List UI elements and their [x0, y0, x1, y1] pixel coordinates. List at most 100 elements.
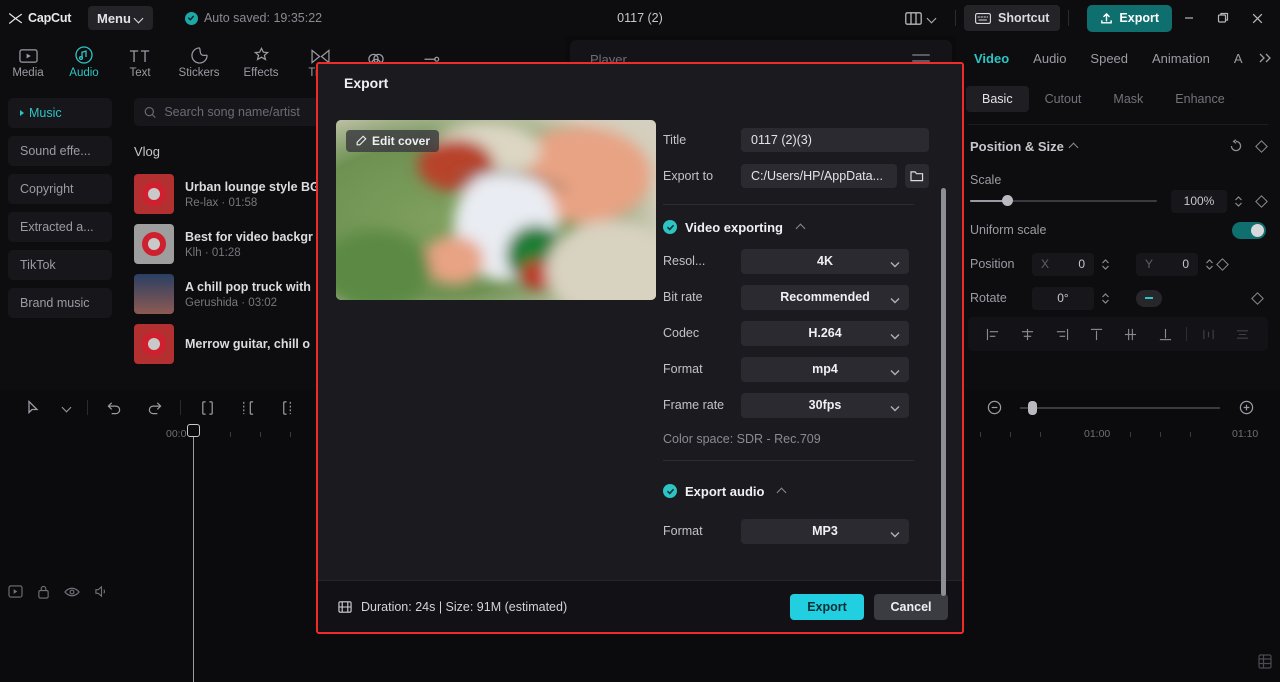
tab-animation[interactable]: Animation	[1140, 51, 1222, 66]
title-input[interactable]: 0117 (2)(3)	[741, 128, 929, 152]
export-button-titlebar[interactable]: Export	[1087, 4, 1172, 32]
mute-icon[interactable]	[94, 585, 109, 604]
distribute-horizontal-icon[interactable]	[1191, 328, 1225, 341]
scale-value[interactable]: 100%	[1171, 189, 1227, 213]
menu-button[interactable]: Menu	[88, 6, 153, 30]
resolution-select[interactable]: 4K	[741, 248, 909, 274]
keyframe-diamond-icon[interactable]	[1251, 291, 1264, 305]
tab-media[interactable]: Media	[0, 42, 56, 79]
keyframe-diamond-icon[interactable]	[1255, 139, 1268, 153]
timeline-grid-icon[interactable]	[1258, 654, 1272, 674]
rotate-value[interactable]: 0°	[1032, 286, 1094, 310]
audio-format-select[interactable]: MP3	[741, 518, 909, 544]
split-right-icon[interactable]	[267, 400, 307, 416]
timeline-playhead[interactable]	[187, 424, 200, 682]
category-extracted-audio[interactable]: Extracted a...	[8, 212, 112, 242]
keyframe-diamond-icon[interactable]	[1255, 194, 1268, 208]
align-left-icon[interactable]	[976, 328, 1010, 341]
resolution-value: 4K	[817, 254, 833, 268]
codec-select[interactable]: H.264	[741, 320, 909, 346]
eye-icon[interactable]	[64, 585, 80, 604]
category-label: Copyright	[20, 182, 74, 196]
export-path-input[interactable]: C:/Users/HP/AppData...	[741, 164, 897, 188]
video-exporting-section-header[interactable]: Video exporting	[663, 211, 952, 243]
tab-label: Media	[12, 66, 44, 79]
scale-slider[interactable]	[970, 194, 1157, 208]
tab-video[interactable]: Video	[962, 51, 1021, 66]
export-audio-checkbox[interactable]	[663, 484, 677, 498]
minimize-button[interactable]	[1172, 3, 1206, 33]
position-x-field[interactable]: X 0	[1032, 252, 1094, 276]
category-music[interactable]: Music	[8, 98, 112, 128]
more-tabs-button[interactable]	[1258, 52, 1280, 64]
zoom-out-icon[interactable]	[974, 400, 1014, 415]
shortcut-button[interactable]: Shortcut	[964, 5, 1061, 31]
bitrate-select[interactable]: Recommended	[741, 284, 909, 310]
position-y-value: 0	[1182, 257, 1189, 271]
lock-icon[interactable]	[37, 585, 50, 604]
uniform-scale-toggle[interactable]	[1232, 221, 1266, 239]
zoom-in-icon[interactable]	[1226, 400, 1266, 415]
edit-cover-button[interactable]: Edit cover	[346, 130, 440, 152]
tab-audio[interactable]: Audio	[1021, 51, 1078, 66]
format-select[interactable]: mp4	[741, 356, 909, 382]
cover-preview[interactable]: Edit cover	[336, 120, 656, 300]
rotate-stepper[interactable]	[1099, 292, 1112, 305]
upload-icon	[1101, 12, 1113, 24]
tab-stickers[interactable]: Stickers	[168, 42, 230, 79]
align-bottom-icon[interactable]	[1148, 328, 1182, 341]
chevron-down-icon	[890, 329, 900, 343]
position-y-stepper[interactable]	[1203, 258, 1216, 271]
category-copyright[interactable]: Copyright	[8, 174, 112, 204]
export-audio-section-header[interactable]: Export audio	[663, 475, 952, 507]
subtab-enhance[interactable]: Enhance	[1159, 86, 1240, 112]
preview-icon[interactable]	[8, 585, 23, 604]
tab-label: Effects	[243, 66, 279, 79]
dialog-cancel-button[interactable]: Cancel	[874, 593, 948, 620]
split-left-icon[interactable]	[227, 400, 267, 416]
position-size-section-header[interactable]: Position & Size	[956, 129, 1280, 163]
align-center-horizontal-icon[interactable]	[1010, 328, 1044, 341]
position-y-field[interactable]: Y 0	[1136, 252, 1198, 276]
dialog-export-button[interactable]: Export	[790, 593, 864, 620]
category-brand-music[interactable]: Brand music	[8, 288, 112, 318]
properties-panel: Video Audio Speed Animation A Basic Cuto…	[956, 36, 1280, 390]
keyframe-diamond-icon[interactable]	[1216, 257, 1229, 271]
tab-text[interactable]: Text	[112, 42, 168, 79]
video-exporting-checkbox[interactable]	[663, 220, 677, 234]
reset-icon[interactable]	[1229, 139, 1243, 153]
align-middle-vertical-icon[interactable]	[1114, 328, 1148, 341]
redo-icon[interactable]	[134, 400, 174, 415]
position-x-stepper[interactable]	[1099, 258, 1112, 271]
undo-icon[interactable]	[94, 400, 134, 415]
tab-effects[interactable]: Effects	[230, 42, 292, 79]
browse-folder-button[interactable]	[905, 164, 929, 188]
align-right-icon[interactable]	[1045, 328, 1079, 341]
dialog-scrollbar[interactable]	[941, 188, 946, 596]
category-label: Sound effe...	[20, 144, 91, 158]
subtab-mask[interactable]: Mask	[1097, 86, 1159, 112]
close-button[interactable]	[1240, 3, 1274, 33]
align-top-icon[interactable]	[1079, 328, 1113, 341]
scale-stepper[interactable]	[1232, 195, 1245, 208]
tab-adjustment[interactable]: A	[1222, 51, 1255, 66]
framerate-select[interactable]: 30fps	[741, 392, 909, 418]
maximize-button[interactable]	[1206, 3, 1240, 33]
shortcut-label: Shortcut	[998, 11, 1050, 25]
layout-button[interactable]	[895, 5, 947, 31]
playhead-grip[interactable]	[187, 424, 200, 437]
rotate-dial[interactable]	[1136, 289, 1162, 307]
tab-speed[interactable]: Speed	[1078, 51, 1140, 66]
subtab-cutout[interactable]: Cutout	[1029, 86, 1098, 112]
song-thumbnail	[134, 274, 174, 314]
category-sound-effects[interactable]: Sound effe...	[8, 136, 112, 166]
tab-audio[interactable]: Audio	[56, 42, 112, 79]
split-icon[interactable]	[187, 400, 227, 416]
select-cursor-icon[interactable]	[14, 399, 54, 416]
cursor-dropdown-icon[interactable]	[54, 403, 81, 412]
timeline-zoom-slider[interactable]	[1020, 400, 1220, 415]
distribute-vertical-icon[interactable]	[1226, 328, 1260, 341]
category-tiktok[interactable]: TikTok	[8, 250, 112, 280]
subtab-basic[interactable]: Basic	[966, 86, 1029, 112]
cover-preview-column: Edit cover	[318, 102, 663, 580]
